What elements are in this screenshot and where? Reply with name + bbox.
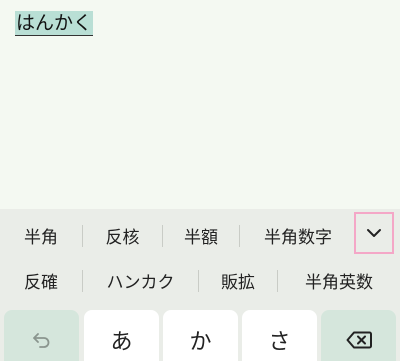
candidate-row-2: 反確 ハンカク 販拡 半角英数 [0,256,400,304]
backspace-icon [346,331,372,349]
composing-text[interactable]: はんかく [15,11,94,36]
candidate-item[interactable]: 半角数字 [240,211,356,259]
text-editor-area[interactable]: はんかく [0,0,400,209]
backspace-key[interactable] [321,310,396,361]
candidate-item[interactable]: ハンカク [83,256,198,304]
undo-key[interactable] [4,310,79,361]
candidate-item[interactable]: 反確 [0,256,82,304]
kana-key-a[interactable]: あ [84,310,159,361]
japanese-keyboard: 半角 反核 半額 半角数字 反確 ハンカク 販拡 半角英数 あ か さ [0,209,400,361]
expand-candidates-button[interactable] [354,212,394,254]
candidate-item[interactable]: 半角 [0,211,82,259]
candidate-row-1: 半角 反核 半額 半角数字 [0,211,400,259]
chevron-down-icon [367,229,381,237]
kana-key-sa[interactable]: さ [242,310,317,361]
candidate-item[interactable]: 半角英数 [278,256,400,304]
candidate-item[interactable]: 反核 [83,211,162,259]
candidate-item[interactable]: 半額 [163,211,239,259]
undo-icon [32,333,49,348]
kana-key-ka[interactable]: か [163,310,238,361]
candidate-item[interactable]: 販拡 [199,256,277,304]
